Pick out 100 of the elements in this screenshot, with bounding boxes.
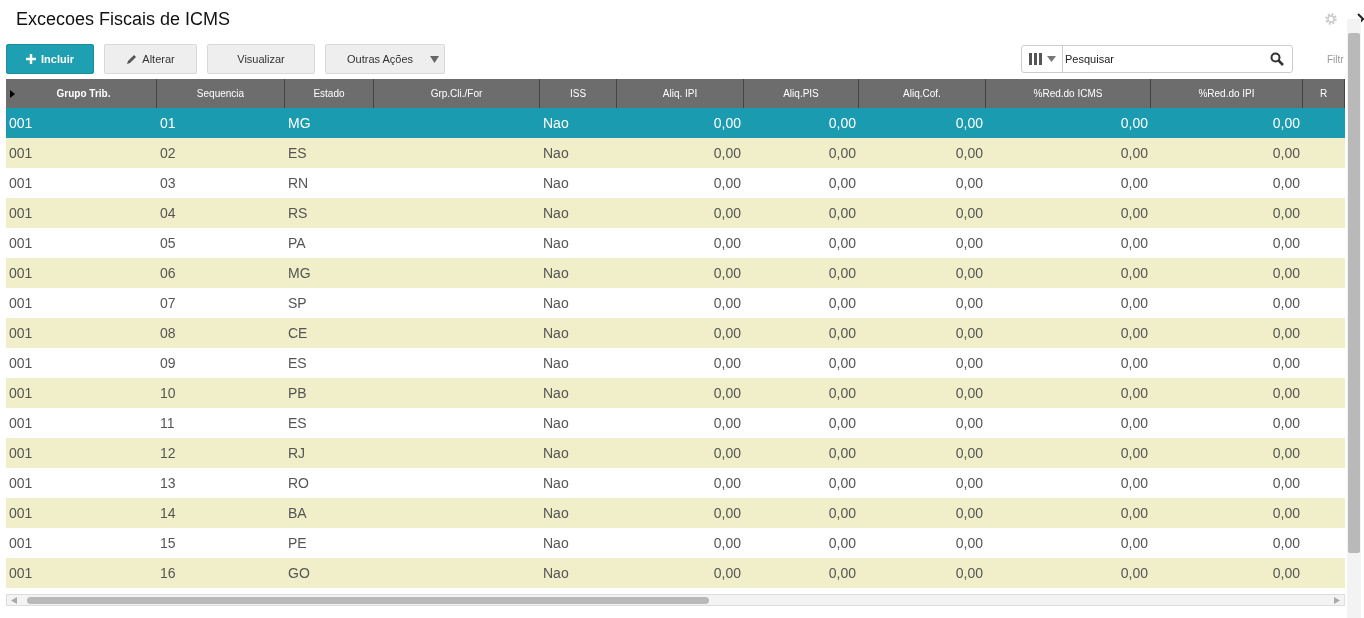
table-cell: 0,00 (713, 175, 741, 191)
table-cell: 0,00 (1272, 265, 1300, 281)
search-icon[interactable] (1270, 52, 1284, 66)
table-cell: 08 (160, 325, 176, 341)
table-cell: BA (288, 505, 307, 521)
table-row[interactable]: 001 14 BA Nao 0,00 0,00 0,00 0,00 0,00 (6, 498, 1345, 528)
table-cell: Nao (543, 235, 569, 251)
table-cell: 0,00 (828, 145, 856, 161)
table-cell: 0,00 (1272, 175, 1300, 191)
table-cell: 0,00 (955, 115, 983, 131)
table-cell: Nao (543, 145, 569, 161)
table-row[interactable]: 001 12 RJ Nao 0,00 0,00 0,00 0,00 0,00 (6, 438, 1345, 468)
table-row[interactable]: 001 04 RS Nao 0,00 0,00 0,00 0,00 0,00 (6, 198, 1345, 228)
table-cell: 001 (9, 415, 33, 431)
table-cell: 0,00 (955, 205, 983, 221)
table-cell: 0,00 (1120, 145, 1148, 161)
table-cell: 0,00 (828, 205, 856, 221)
table-cell: 0,00 (1272, 385, 1300, 401)
table-cell: 001 (9, 175, 33, 191)
table-cell: 0,00 (713, 325, 741, 341)
table-cell: 09 (160, 355, 176, 371)
table-cell: 0,00 (1272, 445, 1300, 461)
table-row[interactable]: 001 10 PB Nao 0,00 0,00 0,00 0,00 0,00 (6, 378, 1345, 408)
caret-icon (430, 55, 439, 63)
table-cell: 0,00 (713, 535, 741, 551)
table-cell: 0,00 (1120, 415, 1148, 431)
table-cell: 001 (9, 115, 33, 131)
table-cell: Nao (543, 115, 569, 131)
table-cell: 0,00 (1272, 295, 1300, 311)
table-cell: 0,00 (955, 445, 983, 461)
table-cell: 0,00 (828, 505, 856, 521)
table-cell: Nao (543, 475, 569, 491)
table-cell: 0,00 (828, 115, 856, 131)
table-row[interactable]: 001 02 ES Nao 0,00 0,00 0,00 0,00 0,00 (6, 138, 1345, 168)
table-cell: 06 (160, 265, 176, 281)
table-cell: Nao (543, 415, 569, 431)
table-cell: 0,00 (955, 505, 983, 521)
table-cell: 0,00 (1120, 295, 1148, 311)
plus-icon (26, 54, 36, 64)
table-cell: 0,00 (955, 355, 983, 371)
scrollbar-thumb[interactable] (1348, 33, 1360, 553)
toolbar-button[interactable]: Alterar (104, 44, 197, 74)
menu-button[interactable]: Outras Ações (325, 44, 445, 74)
table-cell: 0,00 (1272, 475, 1300, 491)
table-cell: 001 (9, 475, 33, 491)
table-cell: MG (288, 265, 311, 281)
table-cell: Nao (543, 325, 569, 341)
table-cell: 001 (9, 505, 33, 521)
table-cell: Nao (543, 175, 569, 191)
table-cell: 14 (160, 505, 176, 521)
table-cell: 0,00 (828, 355, 856, 371)
table-cell: GO (288, 565, 310, 581)
table-cell: MG (288, 115, 311, 131)
table-cell: 0,00 (1120, 385, 1148, 401)
scroll-left-icon[interactable] (11, 597, 17, 604)
vertical-scrollbar[interactable] (1347, 19, 1361, 618)
table-cell: 0,00 (1272, 535, 1300, 551)
table-row[interactable]: 001 08 CE Nao 0,00 0,00 0,00 0,00 0,00 (6, 318, 1345, 348)
table-cell: 0,00 (713, 115, 741, 131)
table-cell: 0,00 (1120, 565, 1148, 581)
table-cell: 001 (9, 145, 33, 161)
table-cell: 0,00 (955, 385, 983, 401)
table-cell: 0,00 (713, 295, 741, 311)
table-cell: 001 (9, 355, 33, 371)
table-row[interactable]: 001 16 GO Nao 0,00 0,00 0,00 0,00 0,00 (6, 558, 1345, 588)
table-row[interactable]: 001 06 MG Nao 0,00 0,00 0,00 0,00 0,00 (6, 258, 1345, 288)
table-cell: Nao (543, 265, 569, 281)
table-cell: RS (288, 205, 308, 221)
table-cell: Nao (543, 295, 569, 311)
table-cell: 0,00 (713, 385, 741, 401)
table-cell: 0,00 (1120, 115, 1148, 131)
table-cell: 0,00 (955, 265, 983, 281)
table-cell: SP (288, 295, 307, 311)
table-cell: 0,00 (713, 565, 741, 581)
settings-icon[interactable] (1324, 12, 1338, 26)
toolbar-button[interactable]: Visualizar (207, 44, 315, 74)
table-cell: 0,00 (828, 445, 856, 461)
table-cell: Nao (543, 505, 569, 521)
table-cell: 04 (160, 205, 176, 221)
table-cell: 001 (9, 445, 33, 461)
table-cell: 0,00 (828, 565, 856, 581)
table-cell: 0,00 (828, 265, 856, 281)
table-cell: 001 (9, 235, 33, 251)
scrollbar-thumb[interactable] (27, 597, 709, 604)
table-cell: 0,00 (713, 145, 741, 161)
table-cell: 0,00 (955, 175, 983, 191)
horizontal-scrollbar[interactable] (6, 594, 1345, 606)
table-cell: 02 (160, 145, 176, 161)
table-cell: 0,00 (1272, 415, 1300, 431)
table-cell: 001 (9, 295, 33, 311)
table-cell: Nao (543, 385, 569, 401)
table-cell: 0,00 (955, 535, 983, 551)
table-cell: 0,00 (1272, 565, 1300, 581)
table-cell: 0,00 (955, 475, 983, 491)
table-cell: 0,00 (1120, 265, 1148, 281)
table-cell: 12 (160, 445, 176, 461)
search-box[interactable]: Pesquisar (1021, 45, 1293, 73)
table-cell: 0,00 (713, 445, 741, 461)
table-cell: 0,00 (828, 175, 856, 191)
scroll-right-icon[interactable] (1334, 597, 1340, 604)
